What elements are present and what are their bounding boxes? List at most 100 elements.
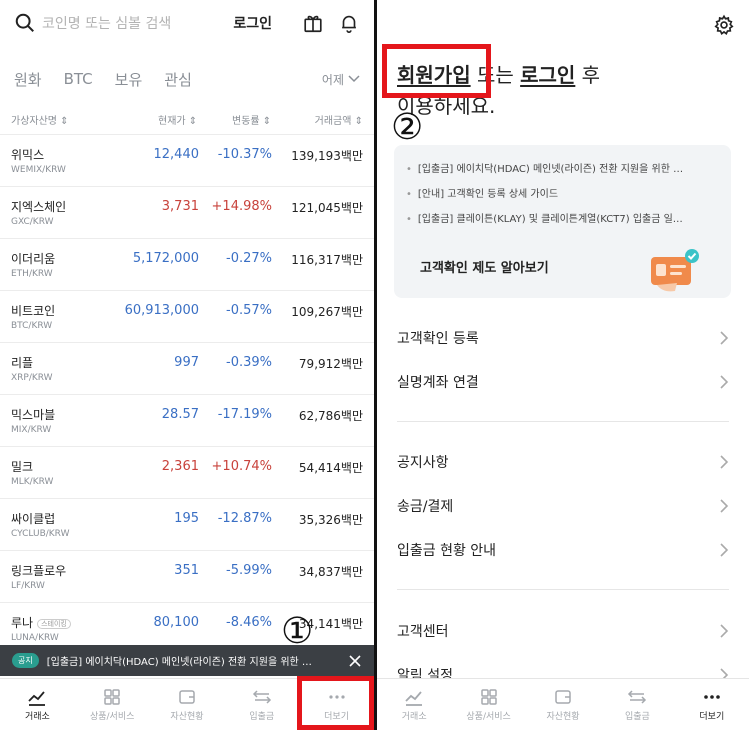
coin-name: 링크플로우 bbox=[11, 562, 66, 579]
coin-price: 3,731 bbox=[161, 199, 199, 214]
column-name[interactable]: 가상자산명 ⇕ bbox=[11, 112, 69, 127]
divider bbox=[397, 589, 729, 590]
nav-transfer[interactable]: 입출금 bbox=[600, 679, 674, 730]
menu-bank-account[interactable]: 실명계좌 연결 bbox=[377, 360, 749, 404]
period-select[interactable]: 어제 bbox=[322, 71, 360, 88]
chevron-right-icon bbox=[720, 624, 729, 638]
menu-kyc-register[interactable]: 고객확인 등록 bbox=[377, 316, 749, 360]
nav-exchange[interactable]: 거래소 bbox=[0, 679, 75, 730]
nav-products[interactable]: 상품/서비스 bbox=[75, 679, 150, 730]
login-link[interactable]: 로그인 bbox=[520, 63, 575, 87]
notice-banner[interactable]: 공지 [입출금] 에이치닥(HDAC) 메인넷(라이즌) 전환 지원을 위한 … bbox=[0, 645, 374, 676]
nav-label: 더보기 bbox=[699, 712, 725, 722]
chevron-right-icon bbox=[720, 331, 729, 345]
coin-name-text: 위믹스 bbox=[11, 148, 45, 162]
chart-line-icon bbox=[28, 691, 46, 706]
coin-row[interactable]: 밀크 MLK/KRW 2,361 +10.74% 54,414백만 bbox=[0, 447, 374, 499]
nav-products[interactable]: 상품/서비스 bbox=[451, 679, 525, 730]
notice-item[interactable]: [입출금] 에이치닥(HDAC) 메인넷(라이즌) 전환 지원을 위한 … bbox=[406, 159, 717, 184]
tab-favorites[interactable]: 관심 bbox=[164, 69, 192, 90]
nav-label: 상품/서비스 bbox=[466, 712, 511, 722]
menu-remittance[interactable]: 송금/결제 bbox=[377, 484, 749, 528]
nav-label: 거래소 bbox=[401, 712, 427, 722]
coin-row[interactable]: 믹스마블 MIX/KRW 28.57 -17.19% 62,786백만 bbox=[0, 395, 374, 447]
notice-item[interactable]: [안내] 고객확인 등록 상세 가이드 bbox=[406, 184, 717, 209]
column-change[interactable]: 변동률 ⇕ bbox=[232, 112, 271, 127]
coin-name-text: 이더리움 bbox=[11, 252, 56, 266]
coin-name-text: 비트코인 bbox=[11, 304, 56, 318]
nav-label: 자산현황 bbox=[546, 712, 580, 722]
coin-name: 싸이클럽 bbox=[11, 510, 55, 527]
column-price[interactable]: 현재가 ⇕ bbox=[158, 112, 197, 127]
coin-row[interactable]: 위믹스 WEMIX/KRW 12,440 -10.37% 139,193백만 bbox=[0, 135, 374, 187]
coin-name: 믹스마블 bbox=[11, 406, 55, 423]
nav-assets[interactable]: 자산현황 bbox=[150, 679, 225, 730]
coin-volume: 62,786백만 bbox=[298, 409, 363, 423]
coin-row[interactable]: 싸이클럽 CYCLUB/KRW 195 -12.87% 35,326백만 bbox=[0, 499, 374, 551]
tab-krw[interactable]: 원화 bbox=[14, 69, 42, 90]
coin-volume: 54,414백만 bbox=[298, 461, 363, 475]
coin-volume: 139,193백만 bbox=[291, 149, 363, 163]
more-menu-screen: 회원가입 또는 로그인 후 이용하세요. ② [입출금] 에이치닥(HDAC) … bbox=[377, 0, 749, 730]
nav-label: 입출금 bbox=[249, 712, 275, 722]
coin-name-text: 루나 bbox=[11, 616, 34, 630]
bell-icon[interactable] bbox=[338, 12, 360, 34]
coin-change: -0.57% bbox=[226, 303, 272, 318]
nav-more[interactable]: 더보기 bbox=[675, 679, 749, 730]
chart-line-icon bbox=[405, 691, 423, 706]
search-input[interactable]: 코인명 또는 심볼 검색 bbox=[42, 13, 233, 33]
coin-volume: 79,912백만 bbox=[298, 357, 363, 371]
coin-change: -0.27% bbox=[226, 251, 272, 266]
gift-icon[interactable] bbox=[302, 12, 324, 34]
gear-icon[interactable] bbox=[713, 14, 735, 36]
coin-name-text: 리플 bbox=[11, 356, 34, 370]
coin-change: -8.46% bbox=[226, 615, 272, 630]
kyc-guide-link[interactable]: 고객확인 제도 알아보기 bbox=[420, 257, 549, 276]
login-button[interactable]: 로그인 bbox=[233, 13, 272, 33]
tab-holdings[interactable]: 보유 bbox=[115, 69, 143, 90]
market-tabs: 원화 BTC 보유 관심 어제 bbox=[14, 66, 360, 92]
coin-pair: ETH/KRW bbox=[11, 269, 53, 279]
coin-price: 2,361 bbox=[161, 459, 199, 474]
coin-price: 351 bbox=[174, 563, 199, 578]
menu-label: 입출금 현황 안내 bbox=[397, 543, 497, 559]
coin-row[interactable]: 리플 XRP/KRW 997 -0.39% 79,912백만 bbox=[0, 343, 374, 395]
notice-item[interactable]: [입출금] 클레이튼(KLAY) 및 클레이튼계열(KCT7) 입출금 일… bbox=[406, 209, 717, 234]
nav-exchange[interactable]: 거래소 bbox=[377, 679, 451, 730]
menu-label: 송금/결제 bbox=[397, 499, 454, 515]
close-icon[interactable] bbox=[348, 654, 362, 668]
notice-text[interactable]: [입출금] 에이치닥(HDAC) 메인넷(라이즌) 전환 지원을 위한 … bbox=[47, 653, 340, 668]
coin-row[interactable]: 이더리움 ETH/KRW 5,172,000 -0.27% 116,317백만 bbox=[0, 239, 374, 291]
exchange-screen: 코인명 또는 심볼 검색 로그인 원화 BTC 보유 관심 어제 가상자산명 ⇕… bbox=[0, 0, 374, 730]
chevron-right-icon bbox=[720, 375, 729, 389]
coin-name: 밀크 bbox=[11, 458, 33, 475]
coin-pair: LUNA/KRW bbox=[11, 633, 59, 643]
coin-name-text: 밀크 bbox=[11, 460, 34, 474]
coin-row[interactable]: 비트코인 BTC/KRW 60,913,000 -0.57% 109,267백만 bbox=[0, 291, 374, 343]
coin-price: 60,913,000 bbox=[124, 303, 199, 318]
nav-transfer[interactable]: 입출금 bbox=[224, 679, 299, 730]
coin-change: -0.39% bbox=[226, 355, 272, 370]
coin-change: -17.19% bbox=[217, 407, 272, 422]
menu-deposit-status[interactable]: 입출금 현황 안내 bbox=[377, 528, 749, 572]
search-icon[interactable] bbox=[14, 12, 36, 34]
coin-row[interactable]: 지엑스체인 GXC/KRW 3,731 +14.98% 121,045백만 bbox=[0, 187, 374, 239]
coin-volume: 121,045백만 bbox=[291, 201, 363, 215]
menu-customer-center[interactable]: 고객센터 bbox=[377, 609, 749, 653]
column-volume[interactable]: 거래금액 ⇕ bbox=[315, 112, 363, 127]
highlight-box bbox=[382, 44, 491, 98]
tab-btc[interactable]: BTC bbox=[64, 70, 93, 88]
nav-label: 자산현황 bbox=[170, 712, 204, 722]
coin-pair: GXC/KRW bbox=[11, 217, 54, 227]
coin-price: 195 bbox=[174, 511, 199, 526]
coin-pair: CYCLUB/KRW bbox=[11, 529, 70, 539]
search-bar: 코인명 또는 심볼 검색 로그인 bbox=[14, 8, 360, 38]
coin-row[interactable]: 링크플로우 LF/KRW 351 -5.99% 34,837백만 bbox=[0, 551, 374, 603]
period-select-label: 어제 bbox=[321, 72, 344, 87]
coin-name: 위믹스 bbox=[11, 146, 44, 163]
grid-icon bbox=[104, 689, 120, 705]
chevron-down-icon bbox=[348, 75, 360, 83]
coin-pair: WEMIX/KRW bbox=[11, 165, 66, 175]
nav-assets[interactable]: 자산현황 bbox=[526, 679, 600, 730]
menu-announcements[interactable]: 공지사항 bbox=[377, 440, 749, 484]
